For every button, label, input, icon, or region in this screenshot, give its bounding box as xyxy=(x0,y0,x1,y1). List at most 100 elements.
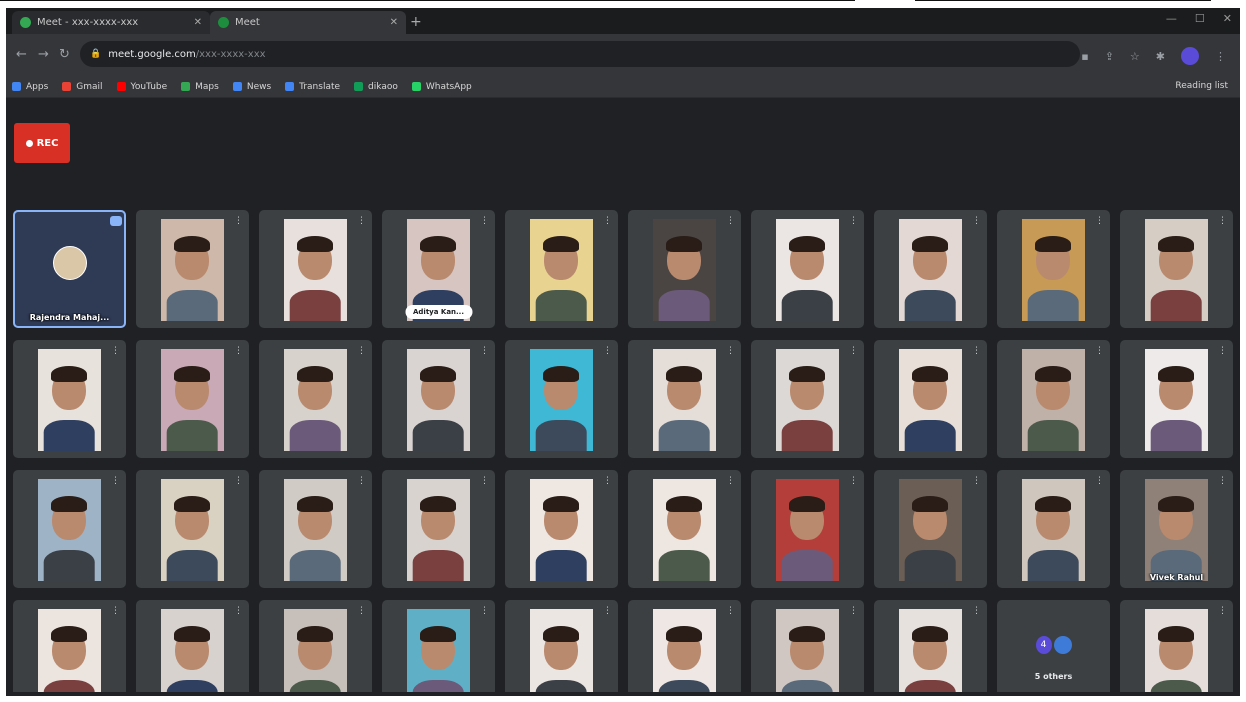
participant-tile[interactable]: ⋮ Vivek Rahul xyxy=(1120,470,1233,588)
close-window-icon[interactable]: ✕ xyxy=(1223,12,1232,25)
participant-tile[interactable]: ⋮ xyxy=(136,600,249,696)
others-tile[interactable]: 4 5 others xyxy=(997,600,1110,696)
participant-tile[interactable]: ⋮ xyxy=(628,600,741,696)
tile-options-icon[interactable]: ⋮ xyxy=(726,216,735,226)
participant-tile[interactable]: ⋮ xyxy=(382,600,495,696)
tile-options-icon[interactable]: ⋮ xyxy=(234,606,243,616)
bookmark-item[interactable]: dikaoo xyxy=(354,82,398,92)
tile-options-icon[interactable]: ⋮ xyxy=(234,216,243,226)
participant-tile[interactable]: ⋮ xyxy=(628,210,741,328)
close-tab-1-icon[interactable]: ✕ xyxy=(194,17,202,28)
tile-options-icon[interactable]: ⋮ xyxy=(357,606,366,616)
bookmark-item[interactable]: YouTube xyxy=(116,82,167,92)
tile-options-icon[interactable]: ⋮ xyxy=(480,216,489,226)
tile-options-icon[interactable]: ⋮ xyxy=(111,606,120,616)
tile-options-icon[interactable]: ⋮ xyxy=(234,346,243,356)
participant-tile[interactable]: ⋮ xyxy=(136,210,249,328)
tile-options-icon[interactable]: ⋮ xyxy=(1095,216,1104,226)
close-tab-2-icon[interactable]: ✕ xyxy=(390,17,398,28)
forward-icon[interactable]: → xyxy=(38,47,49,62)
participant-tile[interactable]: ⋮ xyxy=(874,340,987,458)
tile-options-icon[interactable]: ⋮ xyxy=(603,346,612,356)
participant-tile[interactable]: ⋮ xyxy=(505,210,618,328)
tile-options-icon[interactable]: ⋮ xyxy=(357,346,366,356)
camera-icon[interactable]: ▪ xyxy=(1081,50,1088,63)
tile-options-icon[interactable]: ⋮ xyxy=(1095,476,1104,486)
participant-tile[interactable]: ⋮ Aditya Kan... xyxy=(382,210,495,328)
tile-options-icon[interactable]: ⋮ xyxy=(480,346,489,356)
tile-options-icon[interactable]: ⋮ xyxy=(972,606,981,616)
tile-options-icon[interactable]: ⋮ xyxy=(357,476,366,486)
participant-tile[interactable]: ⋮ xyxy=(136,340,249,458)
participant-tile[interactable]: ⋮ xyxy=(997,210,1110,328)
participant-tile[interactable]: ⋮ xyxy=(751,600,864,696)
tile-options-icon[interactable]: ⋮ xyxy=(972,476,981,486)
tile-options-icon[interactable]: ⋮ xyxy=(972,346,981,356)
tile-options-icon[interactable]: ⋮ xyxy=(1095,346,1104,356)
participant-tile[interactable]: ⋮ xyxy=(628,470,741,588)
participant-tile[interactable]: ⋮ xyxy=(874,210,987,328)
tile-options-icon[interactable]: ⋮ xyxy=(480,606,489,616)
browser-tab-1[interactable]: Meet - xxx-xxxx-xxx ✕ xyxy=(12,11,210,34)
participant-tile[interactable]: ⋮ xyxy=(997,340,1110,458)
tile-options-icon[interactable]: ⋮ xyxy=(1218,216,1227,226)
participant-tile[interactable]: ⋮ xyxy=(1120,210,1233,328)
participant-tile[interactable]: ⋮ xyxy=(505,600,618,696)
tile-options-icon[interactable]: ⋮ xyxy=(111,476,120,486)
profile-avatar[interactable] xyxy=(1181,47,1199,65)
participant-tile[interactable]: ⋮ xyxy=(505,470,618,588)
tile-options-icon[interactable]: ⋮ xyxy=(849,606,858,616)
reading-list-button[interactable]: Reading list xyxy=(1175,81,1228,91)
participant-tile[interactable]: ⋮ xyxy=(136,470,249,588)
menu-icon[interactable]: ⋮ xyxy=(1215,50,1226,63)
participant-tile[interactable]: ⋮ xyxy=(1120,600,1233,696)
share-icon[interactable]: ⇪ xyxy=(1105,50,1114,63)
new-tab-button[interactable]: + xyxy=(410,14,422,30)
tile-options-icon[interactable]: ⋮ xyxy=(849,216,858,226)
tile-options-icon[interactable]: ⋮ xyxy=(972,216,981,226)
back-icon[interactable]: ← xyxy=(16,47,27,62)
bookmark-item[interactable]: WhatsApp xyxy=(411,82,472,92)
tile-options-icon[interactable]: ⋮ xyxy=(603,476,612,486)
participant-tile[interactable]: ⋮ xyxy=(1120,340,1233,458)
tile-options-icon[interactable]: ⋮ xyxy=(111,346,120,356)
extensions-icon[interactable]: ✱ xyxy=(1156,50,1165,63)
participant-tile[interactable]: ⋮ xyxy=(997,470,1110,588)
participant-tile[interactable]: ⋮ xyxy=(382,340,495,458)
minimize-icon[interactable]: — xyxy=(1166,12,1177,25)
bookmark-item[interactable]: Translate xyxy=(285,82,340,92)
participant-tile[interactable]: Rajendra Mahaj... xyxy=(13,210,126,328)
bookmark-item[interactable]: Gmail xyxy=(62,82,103,92)
participant-tile[interactable]: ⋮ xyxy=(751,340,864,458)
participant-tile[interactable]: ⋮ xyxy=(259,210,372,328)
participant-tile[interactable]: ⋮ xyxy=(628,340,741,458)
participant-tile[interactable]: ⋮ xyxy=(13,470,126,588)
participant-tile[interactable]: ⋮ xyxy=(751,210,864,328)
bookmark-item[interactable]: Maps xyxy=(181,82,219,92)
tile-options-icon[interactable]: ⋮ xyxy=(849,476,858,486)
tile-options-icon[interactable]: ⋮ xyxy=(357,216,366,226)
tile-options-icon[interactable]: ⋮ xyxy=(726,606,735,616)
participant-tile[interactable]: ⋮ xyxy=(259,600,372,696)
participant-tile[interactable]: ⋮ xyxy=(751,470,864,588)
participant-tile[interactable]: ⋮ xyxy=(505,340,618,458)
tile-options-icon[interactable]: ⋮ xyxy=(603,216,612,226)
tile-options-icon[interactable]: ⋮ xyxy=(480,476,489,486)
participant-tile[interactable]: ⋮ xyxy=(13,600,126,696)
address-bar[interactable]: 🔒 meet.google.com /xxx-xxxx-xxx xyxy=(80,41,1080,67)
tile-options-icon[interactable]: ⋮ xyxy=(234,476,243,486)
reload-icon[interactable]: ↻ xyxy=(59,47,70,62)
tile-options-icon[interactable]: ⋮ xyxy=(603,606,612,616)
bookmark-item[interactable]: News xyxy=(232,82,271,92)
participant-tile[interactable]: ⋮ xyxy=(874,470,987,588)
star-icon[interactable]: ☆ xyxy=(1130,50,1140,63)
maximize-icon[interactable]: ☐ xyxy=(1195,12,1205,25)
tile-options-icon[interactable]: ⋮ xyxy=(726,346,735,356)
tile-options-icon[interactable]: ⋮ xyxy=(1218,346,1227,356)
participant-tile[interactable]: ⋮ xyxy=(382,470,495,588)
participant-tile[interactable]: ⋮ xyxy=(13,340,126,458)
tile-options-icon[interactable]: ⋮ xyxy=(849,346,858,356)
participant-tile[interactable]: ⋮ xyxy=(874,600,987,696)
tile-options-icon[interactable]: ⋮ xyxy=(1218,476,1227,486)
tile-options-icon[interactable]: ⋮ xyxy=(1218,606,1227,616)
